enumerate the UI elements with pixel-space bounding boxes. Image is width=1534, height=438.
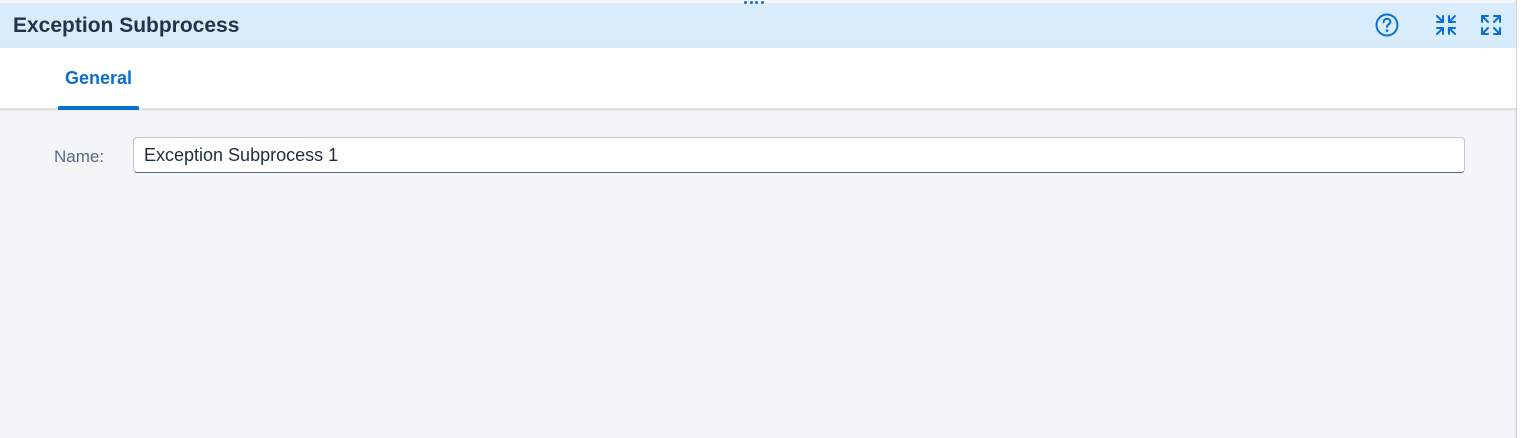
exit-fullscreen-button[interactable] [1432,11,1460,39]
tab-bar: General [0,48,1516,110]
panel-header: Exception Subprocess [0,3,1516,48]
name-field-row: Name: [0,137,1516,173]
tab-general[interactable]: General [58,48,139,110]
resize-grip-dot [749,1,753,4]
help-button[interactable] [1373,11,1401,39]
tab-label: General [64,68,133,88]
resize-grip-dot [755,1,759,4]
resize-handle[interactable] [742,0,766,6]
name-label: Name: [54,147,105,166]
help-icon [1374,12,1400,38]
resize-grip-dot [744,1,747,4]
fullscreen-button[interactable] [1477,11,1505,39]
panel-title: Exception Subprocess [13,14,240,37]
right-gutter [1516,0,1534,438]
exit-fullscreen-icon [1433,12,1459,38]
fullscreen-icon [1478,12,1504,38]
tab-selected-indicator [58,106,139,110]
resize-grip-dot [760,1,764,4]
properties-panel: Exception Subprocess General Name: Excep… [0,0,1516,438]
name-input[interactable] [133,137,1465,173]
